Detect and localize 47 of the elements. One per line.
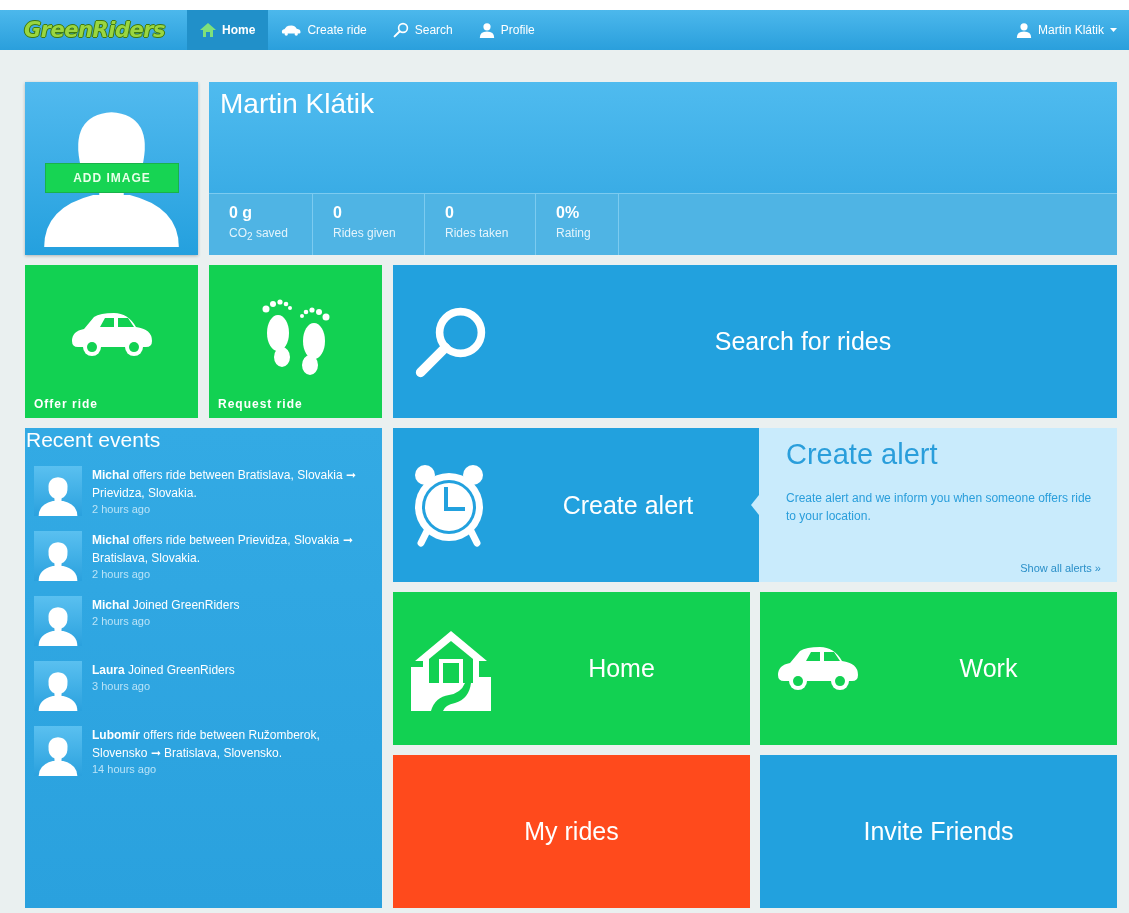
event-time: 2 hours ago bbox=[92, 615, 152, 627]
event-text: Laura Joined GreenRiders bbox=[92, 662, 235, 679]
car-icon bbox=[69, 311, 154, 358]
tile[interactable]: Offer ride bbox=[25, 265, 198, 418]
event-time: 3 hours ago bbox=[92, 680, 152, 692]
tile[interactable]: My rides bbox=[393, 755, 750, 908]
alert-description: Create alert and we inform you when someone offers ride to your location. bbox=[786, 490, 1093, 525]
event-text: Lubomír offers ride between Ružomberok, Slovensko ➞ Bratislava, Slovensko. bbox=[92, 727, 321, 762]
stat-value: 0% bbox=[556, 204, 581, 222]
tile[interactable]: Search for rides bbox=[393, 265, 1117, 418]
alert-title: Create alert bbox=[786, 438, 939, 471]
stat-value: 0 bbox=[333, 204, 343, 222]
stat-label: CO$_{2}$ saved bbox=[229, 226, 289, 243]
tile[interactable]: Create alert bbox=[393, 428, 759, 582]
alarm-clock-icon bbox=[413, 463, 485, 547]
stat-value: 0 g bbox=[229, 204, 254, 222]
nav-item[interactable]: Profile bbox=[465, 10, 548, 50]
caret-icon bbox=[1110, 28, 1117, 32]
tile[interactable]: Invite Friends bbox=[760, 755, 1117, 908]
person-icon bbox=[478, 22, 495, 38]
panel-title: Recent events bbox=[26, 428, 162, 452]
user-menu[interactable]: Martin Klátik bbox=[1015, 10, 1117, 50]
event-time: 14 hours ago bbox=[92, 763, 158, 775]
stat-label: Rating bbox=[556, 226, 592, 240]
event-text: Michal offers ride between Prievidza, Slovakia ➞ Bratislava, Slovakia. bbox=[92, 532, 354, 567]
logo[interactable]: GreenRiders bbox=[24, 18, 166, 42]
stat-label: Rides given bbox=[333, 226, 397, 240]
event-time: 2 hours ago bbox=[92, 503, 152, 515]
car-icon bbox=[776, 645, 860, 692]
car-icon bbox=[281, 24, 302, 36]
nav-item[interactable]: Create ride bbox=[268, 10, 380, 50]
tile[interactable]: Request ride bbox=[209, 265, 382, 418]
tile[interactable]: Home bbox=[393, 592, 750, 745]
search-icon bbox=[392, 22, 409, 38]
nav-item[interactable]: Home bbox=[187, 10, 269, 50]
event-time: 2 hours ago bbox=[92, 568, 152, 580]
profile-name: Martin Klátik bbox=[219, 87, 376, 121]
event-text: Michal Joined GreenRiders bbox=[92, 597, 240, 614]
stat-label: Rides taken bbox=[445, 226, 510, 240]
person-icon bbox=[1015, 22, 1032, 38]
home-icon bbox=[200, 23, 217, 37]
add-image-button[interactable]: ADD IMAGE bbox=[45, 163, 179, 193]
show-alerts-link[interactable]: Show all alerts » bbox=[1020, 562, 1101, 574]
event-text: Michal offers ride between Bratislava, Slovakia ➞ Prievidza, Slovakia. bbox=[92, 467, 357, 502]
tile[interactable]: Work bbox=[760, 592, 1117, 745]
nav-item[interactable]: Search bbox=[379, 10, 466, 50]
stat-value: 0 bbox=[445, 204, 455, 222]
